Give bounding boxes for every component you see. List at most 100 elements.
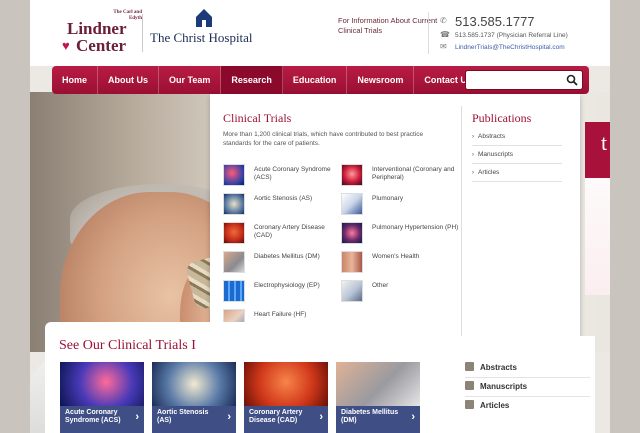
see-trials-title: See Our Clinical Trials I (59, 338, 196, 353)
trial-link-other[interactable]: Other (341, 280, 461, 304)
lindner-center-logo[interactable]: The Carl and Edyth Lindner Center ♥ (62, 10, 142, 56)
card-image-as (152, 362, 236, 406)
email-link[interactable]: LindnerTrials@TheChristHospital.com (455, 44, 565, 51)
nav-about-us[interactable]: About Us (98, 66, 160, 94)
referral-line: 513.585.1737 (Physician Referral Line) (455, 32, 568, 39)
trial-link-interventional[interactable]: Interventional (Coronary and Peripheral) (341, 164, 461, 188)
nav-newsroom[interactable]: Newsroom (347, 66, 415, 94)
clinical-trials-description: More than 1,200 clinical trials, which h… (223, 131, 424, 147)
fax-icon: ☎ (440, 30, 450, 39)
trial-thumb-as (223, 193, 245, 215)
trial-label: Interventional (Coronary and Peripheral) (372, 166, 455, 181)
trial-thumb-ep (223, 280, 245, 302)
trial-thumb-cad (223, 222, 245, 244)
card-caption: Acute Coronary Syndrome (ACS) › (60, 406, 144, 433)
pub-link-abstracts[interactable]: › Abstracts (472, 128, 562, 146)
nav-our-team[interactable]: Our Team (159, 66, 222, 94)
card-as[interactable]: Aortic Stenosis (AS) › (152, 362, 236, 433)
document-icon (465, 362, 474, 371)
chevron-right-icon: › (472, 134, 474, 140)
sidebar-label: Articles (480, 401, 510, 410)
pub-link-manuscripts[interactable]: › Manuscripts (472, 146, 562, 164)
logo-divider (142, 14, 143, 52)
trial-link-ph[interactable]: Pulmonary Hypertension (PH) (341, 222, 461, 246)
card-caption: Coronary Artery Disease (CAD) › (244, 406, 328, 433)
nav-education[interactable]: Education (283, 66, 348, 94)
card-caption: Diabetes Mellitus (DM) › (336, 406, 420, 433)
card-dm[interactable]: Diabetes Mellitus (DM) › (336, 362, 420, 433)
pub-label: Articles (478, 169, 500, 176)
see-trials-panel: See Our Clinical Trials I Acute Coronary… (45, 322, 450, 433)
hospital-building-icon (196, 9, 212, 27)
trial-label: Acute Coronary Syndrome (ACS) (254, 166, 331, 181)
card-image-cad (244, 362, 328, 406)
nav-home[interactable]: Home (52, 66, 99, 94)
card-image-acs (60, 362, 144, 406)
card-acs[interactable]: Acute Coronary Syndrome (ACS) › (60, 362, 144, 433)
trial-label: Other (372, 282, 389, 289)
trial-label: Aortic Stenosis (AS) (254, 195, 313, 202)
chevron-right-icon: › (135, 411, 139, 423)
trial-thumb-dm (223, 251, 245, 273)
trial-thumb-acs (223, 164, 245, 186)
card-caption: Aortic Stenosis (AS) › (152, 406, 236, 433)
sidebar-link-abstracts[interactable]: Abstracts (465, 362, 590, 378)
trial-link-cad[interactable]: Coronary Artery Disease (CAD) (223, 222, 343, 246)
publications-heading[interactable]: Publications (472, 111, 531, 126)
trial-label: Pulmonary Hypertension (PH) (372, 224, 459, 231)
trial-link-as[interactable]: Aortic Stenosis (AS) (223, 193, 343, 217)
trial-label: Heart Failure (HF) (254, 311, 307, 318)
christ-hospital-logo[interactable]: The Christ Hospital (150, 30, 253, 46)
card-label: Acute Coronary Syndrome (ACS) (65, 409, 121, 424)
mega-divider (461, 106, 462, 344)
phone-icon: ✆ (440, 16, 447, 25)
clinical-trials-heading[interactable]: Clinical Trials (223, 111, 291, 126)
trial-label: Electrophysiology (EP) (254, 282, 320, 289)
lindner-name: Lindner (67, 19, 127, 38)
card-cad[interactable]: Coronary Artery Disease (CAD) › (244, 362, 328, 433)
site-header: The Carl and Edyth Lindner Center ♥ The … (30, 0, 610, 66)
clinical-trials-info: For Information About Current Clinical T… (338, 16, 438, 35)
sidebar-link-articles[interactable]: Articles (465, 400, 590, 416)
trial-thumb-ph (341, 222, 363, 244)
search-input[interactable] (465, 70, 583, 90)
research-dropdown-menu: Clinical Trials More than 1,200 clinical… (210, 94, 580, 352)
sidebar-label: Abstracts (480, 363, 517, 372)
chevron-right-icon: › (319, 411, 323, 423)
trial-thumb-womens-health (341, 251, 363, 273)
trial-label: Plumonary (372, 195, 404, 202)
heart-icon: ♥ (62, 38, 70, 53)
main-nav: Home About Us Our Team Research Educatio… (52, 66, 589, 100)
phone-number: 513.585.1777 (455, 14, 535, 29)
trial-label: Women's Health (372, 253, 420, 260)
document-icon (465, 381, 474, 390)
chevron-right-icon: › (227, 411, 231, 423)
publications-sidebar: Abstracts Manuscripts Articles (450, 336, 595, 433)
hero-red-tab[interactable]: t (585, 122, 610, 178)
trial-link-acs[interactable]: Acute Coronary Syndrome (ACS) (223, 164, 343, 188)
chevron-right-icon: › (472, 152, 474, 158)
trial-label: Coronary Artery Disease (CAD) (254, 224, 325, 239)
trial-link-plumonary[interactable]: Plumonary (341, 193, 461, 217)
lindner-center: Center (76, 36, 127, 55)
card-label: Diabetes Mellitus (DM) (341, 409, 399, 424)
pub-label: Manuscripts (478, 151, 514, 158)
document-icon (465, 400, 474, 409)
chevron-right-icon: › (411, 411, 415, 423)
trial-link-ep[interactable]: Electrophysiology (EP) (223, 280, 343, 304)
pub-link-articles[interactable]: › Articles (472, 164, 562, 182)
mail-icon: ✉ (440, 42, 447, 51)
trial-label: Diabetes Mellitus (DM) (254, 253, 320, 260)
page: t The Carl and Edyth Lindner Center ♥ Th… (30, 0, 610, 433)
card-image-dm (336, 362, 420, 406)
trial-link-dm[interactable]: Diabetes Mellitus (DM) (223, 251, 343, 275)
trial-link-womens-health[interactable]: Women's Health (341, 251, 461, 275)
trial-thumb-other (341, 280, 363, 302)
chevron-right-icon: › (472, 170, 474, 176)
search-icon[interactable] (566, 74, 578, 86)
trial-thumb-interventional (341, 164, 363, 186)
lindner-logo-text: Lindner Center (67, 20, 127, 54)
nav-research[interactable]: Research (221, 66, 283, 100)
sidebar-link-manuscripts[interactable]: Manuscripts (465, 381, 590, 397)
info-divider (428, 12, 429, 54)
